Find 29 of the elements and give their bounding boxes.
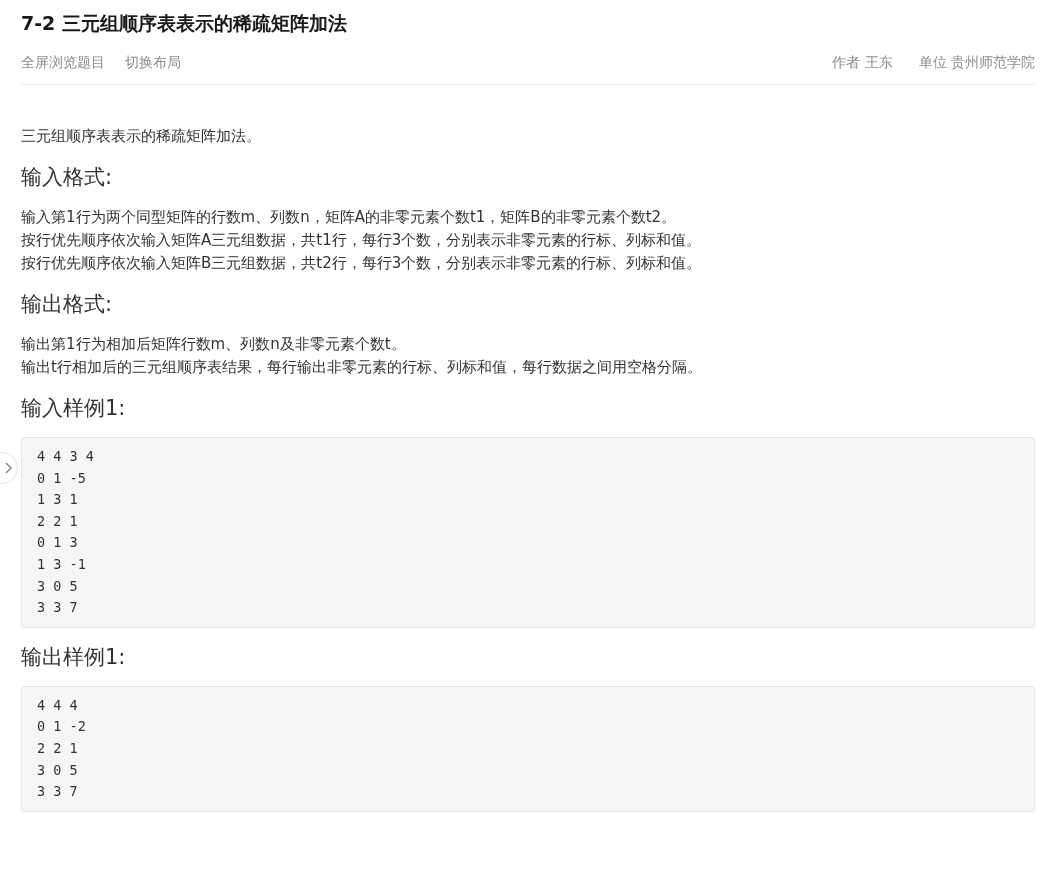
code-line: 1 3 -1	[37, 554, 87, 574]
description-text: 输入第1行为两个同型矩阵的行数m、列数n，矩阵A的非零元素个数t1，矩阵B的非零元素个数t2。	[21, 207, 678, 228]
section-heading: 输出样例1:	[21, 643, 127, 671]
description-text: 输出t行相加后的三元组顺序表结果，每行输出非零元素的行标、列标和值，每行数据之间用空格分隔。	[21, 357, 703, 378]
section-heading: 输入样例1:	[21, 395, 127, 422]
problem-title: 7-2 三元组顺序表表示的稀疏矩阵加法	[21, 11, 348, 36]
code-line: 4 4 3 4	[37, 447, 95, 466]
toolbar-link[interactable]: 全屏浏览题目	[21, 54, 105, 72]
code-line: 3 3 7	[37, 598, 79, 618]
code-line: 3 3 7	[37, 782, 79, 802]
description-text: 输出第1行为相加后矩阵行数m、列数n及非零元素个数t。	[21, 334, 407, 355]
description-text: 三元组顺序表表示的稀疏矩阵加法。	[21, 126, 262, 147]
code-line: 0 1 3	[37, 533, 79, 553]
chevron-right-icon	[4, 462, 12, 474]
description-text: 按行优先顺序依次输入矩阵A三元组数据，共t1行，每行3个数，分别表示非零元素的行标、列标和值。	[21, 230, 703, 251]
code-line: 2 2 1	[37, 511, 79, 531]
code-line: 0 1 -2	[37, 717, 87, 737]
section-heading: 输出格式:	[21, 291, 114, 318]
section-heading: 输入格式:	[21, 164, 114, 191]
code-line: 2 2 1	[37, 738, 79, 758]
code-line: 3 0 5	[37, 576, 79, 596]
toolbar-link[interactable]: 切换布局	[125, 54, 181, 72]
description-text: 按行优先顺序依次输入矩阵B三元组数据，共t2行，每行3个数，分别表示非零元素的行标、列标和值。	[21, 253, 703, 274]
code-line: 4 4 4	[37, 695, 79, 715]
meta-text: 单位 贵州师范学院	[918, 54, 1035, 72]
meta-text: 作者 王东	[832, 54, 893, 72]
code-line: 1 3 1	[37, 490, 79, 510]
code-line: 3 0 5	[37, 760, 79, 780]
code-line: 0 1 -5	[37, 468, 87, 488]
